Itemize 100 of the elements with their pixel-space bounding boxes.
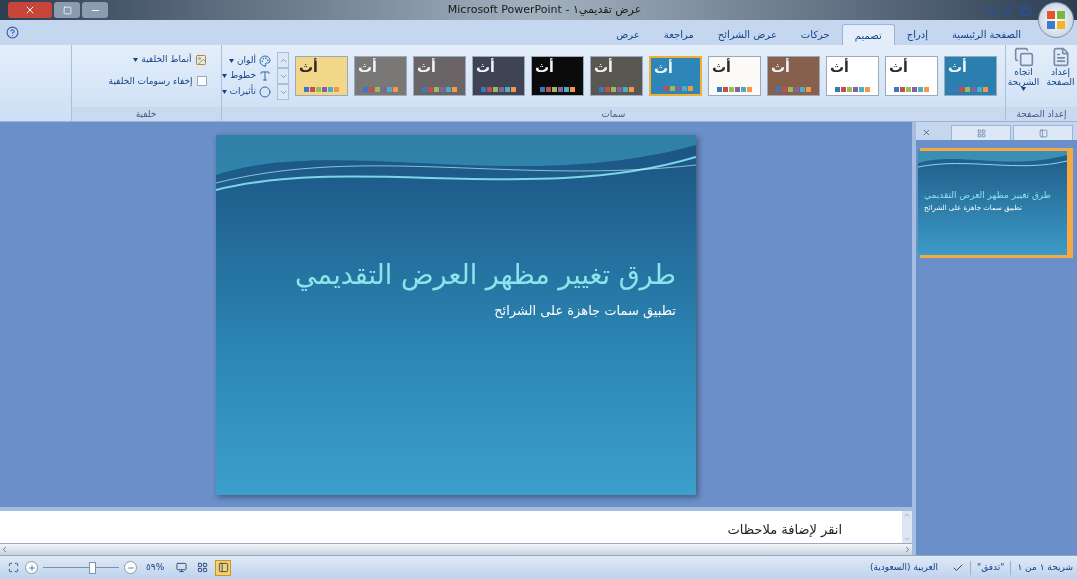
window-title: عرض تقديمي١ - Microsoft PowerPoint <box>447 1 642 18</box>
fit-to-window-button[interactable] <box>6 560 20 575</box>
scroll-right-icon[interactable] <box>903 545 912 554</box>
theme-thumbnail[interactable]: أث <box>767 56 820 96</box>
font-icon <box>259 70 271 82</box>
page-setup-button[interactable]: إعداد الصفحة <box>1044 47 1077 107</box>
office-logo-icon <box>1046 10 1066 30</box>
ribbon-tab[interactable]: مراجعة <box>651 24 706 45</box>
theme-thumbnail[interactable]: أث <box>531 56 584 96</box>
theme-thumbnail[interactable]: أث <box>295 56 348 96</box>
plus-icon <box>27 563 36 572</box>
theme-thumbnail[interactable]: أث <box>354 56 407 96</box>
scroll-down-button[interactable] <box>277 68 289 84</box>
theme-sample-letters: أث <box>654 61 673 75</box>
help-icon[interactable] <box>6 26 19 39</box>
slides-icon <box>1038 128 1048 138</box>
ribbon-tab[interactable]: عرض الشرائح <box>705 24 789 45</box>
checkbox-label: إخفاء رسومات الخلفية <box>108 74 193 88</box>
color-swatches-icon <box>539 87 576 92</box>
theme-sample-letters: أث <box>948 60 967 74</box>
theme-sample-letters: أث <box>712 60 731 74</box>
language-text: العربية (السعودية) <box>869 560 940 574</box>
color-swatches-icon <box>893 87 930 92</box>
caret-icon <box>222 74 228 78</box>
grid-icon <box>196 562 208 573</box>
minimize-button[interactable] <box>82 2 108 18</box>
theme-thumbnail[interactable]: أث <box>944 56 997 96</box>
theme-thumbnail[interactable]: أث <box>649 56 702 96</box>
restore-icon <box>62 5 72 15</box>
theme-thumbnail[interactable]: أث <box>590 56 643 96</box>
theme-option-button[interactable]: خطوط <box>221 69 271 83</box>
color-swatches-icon <box>952 87 989 92</box>
group-label: خلفية <box>71 107 221 121</box>
outline-icon <box>976 128 986 138</box>
close-icon <box>24 4 36 16</box>
ribbon-tab[interactable]: إدراج <box>894 24 940 45</box>
slide-title: طرق تغيير مظهر العرض التقديمي <box>295 257 676 293</box>
zoom-level-text: %٥٩ <box>145 560 166 574</box>
slide-subtitle: تطبيق سمات جاهزة على الشرائح <box>494 302 676 321</box>
theme-name-text: "تدفق" <box>977 560 1005 574</box>
normal-view-icon <box>217 562 229 573</box>
caret-icon <box>221 89 227 94</box>
color-swatches-icon <box>775 87 812 92</box>
color-swatches-icon <box>421 87 458 92</box>
checkbox[interactable] <box>196 76 207 87</box>
notes-placeholder[interactable]: انقر لإضافة ملاحظات <box>727 522 842 537</box>
outline-tab[interactable] <box>951 125 1011 140</box>
view-button[interactable] <box>215 559 232 576</box>
scroll-down-icon[interactable] <box>903 535 911 543</box>
scroll-up-button[interactable] <box>277 52 289 68</box>
theme-sample-letters: أث <box>830 60 849 74</box>
color-swatches-icon <box>303 87 340 92</box>
ribbon-tab[interactable]: عرض <box>604 24 652 45</box>
zoom-out-button[interactable] <box>124 561 137 574</box>
ribbon-tab[interactable]: حركات <box>788 24 842 45</box>
slide-orientation-button[interactable]: اتجاه الشريحة <box>1006 47 1041 107</box>
theme-sample-letters: أث <box>594 60 613 74</box>
ribbon-tab[interactable]: تصميم <box>841 24 895 45</box>
theme-option-button[interactable]: تأثيرات <box>221 84 271 99</box>
theme-sample-letters: أث <box>889 60 908 74</box>
theme-thumbnail[interactable]: أث <box>413 56 466 96</box>
theme-thumbnail[interactable]: أث <box>885 56 938 96</box>
zoom-slider-thumb[interactable] <box>89 561 97 574</box>
zoom-slider[interactable] <box>43 561 119 574</box>
color-swatches-icon <box>362 87 399 92</box>
monitor-icon <box>175 562 187 573</box>
color-swatches-icon <box>657 86 694 91</box>
horizontal-scrollbar[interactable] <box>0 543 912 555</box>
caret-icon <box>133 57 139 62</box>
zoom-in-button[interactable] <box>25 561 38 574</box>
pages-icon <box>1013 47 1034 67</box>
group-label: سمات <box>221 107 1005 121</box>
caret-icon <box>1021 87 1026 91</box>
fit-to-window-icon <box>7 562 19 573</box>
close-button[interactable] <box>8 2 52 18</box>
restore-button[interactable] <box>54 2 80 18</box>
theme-thumbnail[interactable]: أث <box>708 56 761 96</box>
background-styles-button[interactable]: أنماط الخلفية <box>71 53 207 67</box>
thumbnail-title: طرق تغيير مظهر العرض التقديمي <box>924 189 1051 202</box>
scroll-up-icon[interactable] <box>903 511 911 519</box>
color-swatches-icon <box>716 87 753 92</box>
ribbon-tab[interactable]: الصفحة الرئيسية <box>940 24 1033 45</box>
color-swatches-icon <box>834 87 871 92</box>
theme-thumbnail[interactable]: أث <box>472 56 525 96</box>
theme-sample-letters: أث <box>535 60 554 74</box>
theme-sample-letters: أث <box>417 60 436 74</box>
close-icon <box>921 128 931 137</box>
scroll-left-icon[interactable] <box>0 545 9 554</box>
color-swatches-icon <box>598 87 635 92</box>
theme-sample-letters: أث <box>476 60 495 74</box>
theme-option-button[interactable]: ألوان <box>221 53 271 68</box>
gallery-more-button[interactable] <box>277 84 289 100</box>
color-swatches-icon <box>480 87 517 92</box>
theme-sample-letters: أث <box>771 60 790 74</box>
group-label: إعداد الصفحة <box>1006 107 1077 121</box>
caret-icon <box>229 58 234 63</box>
palette-icon <box>259 54 271 67</box>
slides-tab[interactable] <box>1013 125 1073 140</box>
theme-thumbnail[interactable]: أث <box>826 56 879 96</box>
theme-sample-letters: أث <box>299 60 318 74</box>
